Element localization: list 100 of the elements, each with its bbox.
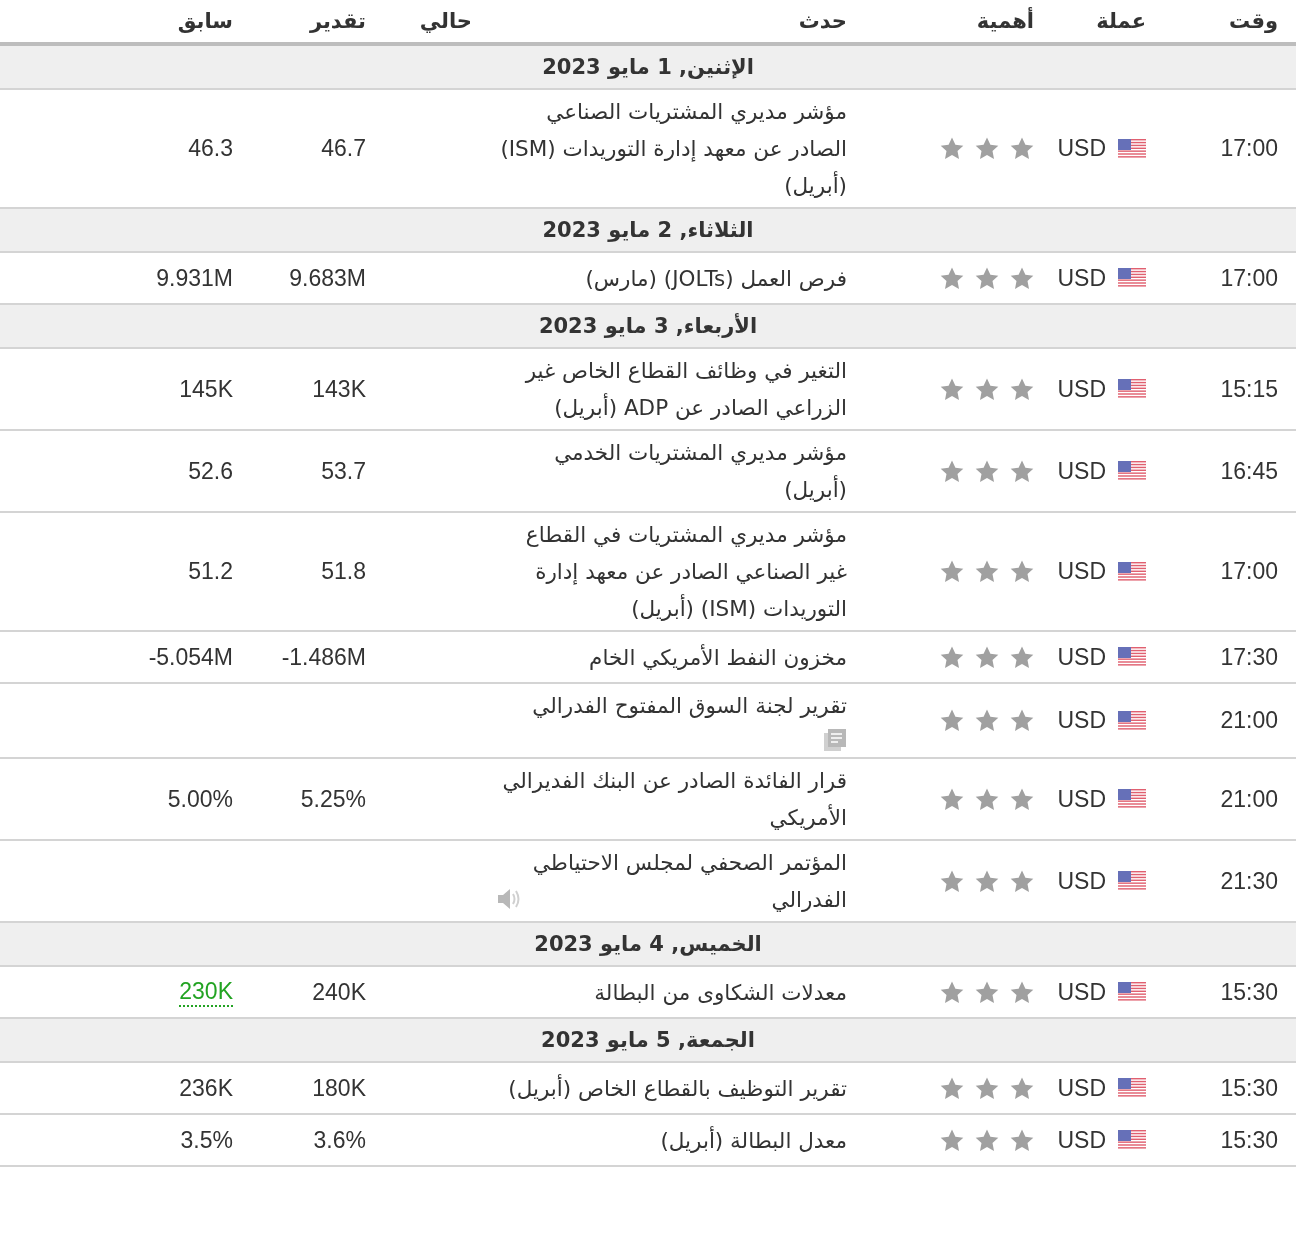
flag-icon: [1118, 871, 1146, 891]
star-icon: [975, 266, 999, 290]
column-header: عملة: [1095, 9, 1147, 33]
star-icon: [940, 1128, 964, 1152]
star-icon: [1010, 980, 1034, 1004]
currency-code: USD: [1057, 978, 1106, 1006]
star-icon: [940, 869, 964, 893]
star-icon: [1010, 459, 1034, 483]
star-icon: [940, 980, 964, 1004]
previous-value: -5.054M: [148, 643, 233, 671]
speaker-icon[interactable]: [497, 888, 521, 910]
star-icon: [975, 787, 999, 811]
flag-icon: [1118, 710, 1146, 731]
event-name[interactable]: فرص العمل (JOLTs) (مارس): [497, 259, 847, 297]
star-icon: [1010, 787, 1034, 811]
previous-value: 46.3: [188, 135, 233, 162]
event-time: 16:45: [1220, 457, 1278, 484]
column-header: سابق: [176, 9, 234, 33]
date-heading: الأربعاء, 3 مايو 2023: [538, 314, 758, 338]
currency-code: USD: [1057, 264, 1106, 292]
column-header: حالي: [418, 9, 473, 33]
currency-code: USD: [1057, 1074, 1106, 1102]
forecast-value: 240K: [312, 978, 366, 1006]
star-icon: [975, 645, 999, 669]
previous-value: 230K: [179, 977, 233, 1007]
flag-icon: [1118, 138, 1146, 159]
document-icon[interactable]: [823, 728, 847, 752]
event-name[interactable]: مخزون النفط الأمريكي الخام: [497, 638, 847, 676]
column-header: وقت: [1227, 9, 1279, 33]
event-name[interactable]: معدلات الشكاوى من البطالة: [497, 973, 847, 1011]
star-icon: [940, 709, 964, 732]
forecast-value: 143K: [312, 375, 366, 403]
star-icon: [940, 1076, 964, 1100]
star-icon: [940, 137, 964, 160]
currency-code: USD: [1057, 785, 1106, 813]
flag-icon: [1118, 379, 1146, 399]
currency-code: USD: [1057, 558, 1106, 585]
previous-value: 236K: [179, 1074, 233, 1102]
event-time: 17:00: [1220, 135, 1278, 161]
star-icon: [1010, 266, 1034, 290]
star-icon: [975, 1076, 999, 1100]
event-name[interactable]: تقرير التوظيف بالقطاع الخاص (أبريل): [497, 1069, 847, 1107]
event-name[interactable]: مؤشر مديري المشتريات الصناعي الصادر عن معهد إدارة التوريدات (ISM) (أبريل): [497, 93, 847, 204]
column-header: حدث: [797, 9, 848, 33]
event-time: 15:30: [1220, 1126, 1278, 1153]
star-icon: [940, 377, 964, 401]
date-heading: الإثنين, 1 مايو 2023: [542, 55, 754, 79]
previous-value: 3.5%: [180, 1126, 233, 1154]
forecast-value: 180K: [312, 1074, 366, 1102]
previous-value: 52.6: [188, 457, 233, 485]
currency-code: USD: [1057, 1126, 1106, 1154]
flag-icon: [1118, 461, 1146, 481]
forecast-value: 53.7: [321, 457, 366, 485]
forecast-value: 3.6%: [313, 1126, 366, 1154]
star-icon: [940, 560, 964, 583]
star-icon: [1010, 709, 1034, 732]
star-icon: [1010, 560, 1034, 583]
event-name[interactable]: التغير في وظائف القطاع الخاص غير الزراعي الصادر عن ADP (أبريل): [497, 352, 847, 426]
star-icon: [975, 980, 999, 1004]
event-name[interactable]: معدل البطالة (أبريل): [497, 1121, 847, 1159]
forecast-value: 9.683M: [289, 264, 366, 292]
column-header: تقدير: [308, 9, 367, 33]
event-name[interactable]: مؤشر مديري المشتريات في القطاع غير الصناعي الصادر عن معهد إدارة التوريدات (ISM) (أبريل): [497, 516, 847, 627]
date-heading: الجمعة, 5 مايو 2023: [541, 1028, 755, 1052]
forecast-value: 46.7: [321, 135, 366, 162]
currency-code: USD: [1057, 707, 1106, 734]
event-time: 17:00: [1220, 558, 1278, 584]
star-icon: [1010, 1076, 1034, 1100]
event-time: 15:30: [1220, 1074, 1278, 1101]
flag-icon: [1118, 268, 1146, 288]
event-time: 21:00: [1220, 785, 1278, 812]
forecast-value: 51.8: [321, 558, 366, 585]
event-name[interactable]: تقرير لجنة السوق المفتوح الفدرالي: [497, 687, 847, 724]
star-icon: [940, 787, 964, 811]
star-icon: [1010, 377, 1034, 401]
date-heading: الخميس, 4 مايو 2023: [534, 932, 762, 956]
event-time: 17:00: [1220, 264, 1278, 291]
flag-icon: [1118, 789, 1146, 809]
currency-code: USD: [1057, 867, 1106, 895]
event-name[interactable]: مؤشر مديري المشتريات الخدمي (أبريل): [497, 434, 847, 508]
flag-icon: [1118, 1078, 1146, 1098]
flag-icon: [1118, 561, 1146, 582]
flag-icon: [1118, 1130, 1146, 1150]
star-icon: [1010, 1128, 1034, 1152]
flag-icon: [1118, 647, 1146, 667]
event-time: 21:30: [1220, 867, 1278, 894]
star-icon: [940, 645, 964, 669]
star-icon: [975, 709, 999, 732]
event-name[interactable]: المؤتمر الصحفي لمجلس الاحتياطي الفدرالي: [531, 844, 847, 918]
star-icon: [975, 869, 999, 893]
previous-value: 51.2: [188, 558, 233, 585]
currency-code: USD: [1057, 643, 1106, 671]
event-time: 15:15: [1220, 375, 1278, 402]
star-icon: [975, 560, 999, 583]
star-icon: [975, 137, 999, 160]
forecast-value: -1.486M: [281, 643, 366, 671]
currency-code: USD: [1057, 135, 1106, 162]
event-name[interactable]: قرار الفائدة الصادر عن البنك الفديرالي الأمريكي: [497, 762, 847, 836]
currency-code: USD: [1057, 457, 1106, 485]
event-time: 17:30: [1220, 643, 1278, 670]
